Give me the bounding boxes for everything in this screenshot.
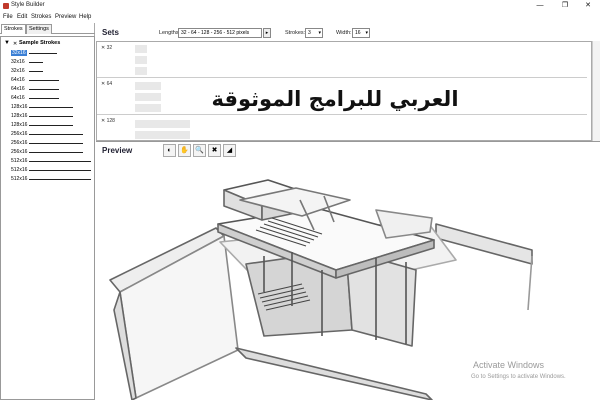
set-row-label: ✕ 128 bbox=[101, 118, 115, 124]
stroke-item[interactable]: 256x16 bbox=[11, 139, 91, 148]
activation-watermark-title: Activate Windows bbox=[473, 360, 545, 370]
stroke-item-label: 512x16 bbox=[11, 158, 28, 164]
menu-help[interactable]: Help bbox=[79, 14, 91, 20]
stroke-tree[interactable]: ▼ ✕ Sample Strokes 32x16 32x16 32x16 64x16 6… bbox=[0, 36, 95, 400]
minimize-button[interactable]: — bbox=[528, 0, 552, 12]
orbit-icon[interactable]: ◐ bbox=[163, 144, 176, 157]
menu-preview[interactable]: Preview bbox=[55, 14, 76, 20]
stroke-preview-line bbox=[29, 53, 57, 54]
eraser-icon[interactable]: ◢ bbox=[223, 144, 236, 157]
menu-bar: File Edit Strokes Preview Help bbox=[0, 12, 600, 23]
stroke-preview-line bbox=[29, 89, 59, 90]
strokes-value: 3 bbox=[308, 30, 311, 36]
close-x-icon[interactable]: ✖ bbox=[208, 144, 221, 157]
pan-icon[interactable]: ✋ bbox=[178, 144, 191, 157]
strokes-select[interactable]: 3 ▾ bbox=[305, 28, 323, 38]
stroke-preview-line bbox=[29, 62, 43, 63]
stroke-item[interactable]: 128x16 bbox=[11, 112, 91, 121]
set-row-label: ✕ 32 bbox=[101, 45, 113, 51]
activation-watermark-subtitle: Go to Settings to activate Windows. bbox=[471, 374, 566, 380]
close-button[interactable]: ✕ bbox=[576, 0, 600, 12]
stroke-item[interactable]: 512x16 bbox=[11, 175, 91, 184]
menu-strokes[interactable]: Strokes bbox=[31, 14, 51, 20]
stroke-item[interactable]: 256x16 bbox=[11, 130, 91, 139]
stroke-preview-line bbox=[29, 143, 83, 144]
stroke-preview-line bbox=[29, 161, 91, 162]
lengths-button[interactable]: ▸ bbox=[263, 28, 271, 38]
stroke-preview-line bbox=[29, 107, 73, 108]
overlay-banner-text: العربي للبرامج الموثوقة bbox=[211, 87, 459, 111]
stroke-preview-line bbox=[29, 125, 73, 126]
stroke-preview-line bbox=[29, 98, 59, 99]
stroke-item-label: 128x16 bbox=[11, 113, 28, 119]
tree-root-label: Sample Strokes bbox=[19, 40, 61, 46]
stroke-preview-line bbox=[29, 170, 91, 171]
stroke-item[interactable]: 64x16 bbox=[11, 94, 91, 103]
stroke-item[interactable]: 32x16 bbox=[11, 67, 91, 76]
stroke-item-label: 32x16 bbox=[11, 68, 25, 74]
panel-tabs: Strokes Settings bbox=[0, 23, 95, 34]
tab-strokes[interactable]: Strokes bbox=[1, 24, 26, 34]
width-label: Width: bbox=[336, 30, 352, 36]
stroke-item-label: 256x16 bbox=[11, 140, 28, 146]
stroke-preview-line bbox=[29, 116, 73, 117]
lengths-label: Lengths: bbox=[159, 30, 181, 36]
maximize-button[interactable]: ❐ bbox=[553, 0, 577, 12]
stroke-item-label: 256x16 bbox=[11, 149, 28, 155]
stroke-item-label: 128x16 bbox=[11, 104, 28, 110]
stroke-item[interactable]: 32x16 bbox=[11, 49, 91, 58]
sets-title: Sets bbox=[102, 28, 119, 37]
stroke-item-label: 256x16 bbox=[11, 131, 28, 137]
stroke-preview-line bbox=[29, 179, 91, 180]
menu-edit[interactable]: Edit bbox=[17, 14, 27, 20]
stroke-item[interactable]: 64x16 bbox=[11, 76, 91, 85]
stroke-item[interactable]: 512x16 bbox=[11, 157, 91, 166]
app-icon bbox=[3, 3, 9, 9]
stroke-item-label: 64x16 bbox=[11, 77, 25, 83]
strokes-panel: Strokes Settings ▼ ✕ Sample Strokes 32x1… bbox=[0, 23, 95, 400]
lengths-field[interactable]: 32 - 64 - 128 - 256 - 512 pixels bbox=[178, 28, 262, 38]
stroke-item-label: 64x16 bbox=[11, 95, 25, 101]
strokes-label: Strokes: bbox=[285, 30, 306, 36]
stroke-item[interactable]: 32x16 bbox=[11, 58, 91, 67]
stroke-item[interactable]: 64x16 bbox=[11, 85, 91, 94]
stroke-preview-line bbox=[29, 71, 43, 72]
window-title: Style Builder bbox=[11, 2, 45, 8]
menu-file[interactable]: File bbox=[3, 14, 13, 20]
sets-panel: Sets Lengths: 32 - 64 - 128 - 256 - 512 … bbox=[96, 23, 600, 141]
tab-settings[interactable]: Settings bbox=[26, 24, 52, 34]
stroke-item[interactable]: 256x16 bbox=[11, 148, 91, 157]
zoom-icon[interactable]: 🔍 bbox=[193, 144, 206, 157]
expand-arrow-icon[interactable]: ▼ bbox=[4, 40, 10, 46]
stroke-item[interactable]: 512x16 bbox=[11, 166, 91, 175]
chevron-down-icon: ▾ bbox=[365, 30, 368, 36]
stroke-preview-line bbox=[29, 134, 83, 135]
stroke-item-label: 32x16 bbox=[11, 50, 27, 56]
chevron-down-icon: ▾ bbox=[318, 30, 321, 36]
sets-scrollbar[interactable] bbox=[592, 41, 600, 141]
preview-header: Preview ◐ ✋ 🔍 ✖ ◢ bbox=[96, 141, 600, 159]
set-row-label: ✕ 64 bbox=[101, 81, 113, 87]
stroke-item-label: 32x16 bbox=[11, 59, 25, 65]
stroke-preview-line bbox=[29, 80, 59, 81]
set-row-32[interactable]: ✕ 32 bbox=[97, 42, 587, 78]
stroke-item-label: 512x16 bbox=[11, 176, 28, 182]
width-value: 16 bbox=[355, 30, 361, 36]
stroke-preview-line bbox=[29, 152, 83, 153]
close-x-icon: ✕ bbox=[13, 41, 18, 47]
preview-title: Preview bbox=[102, 146, 133, 155]
stroke-item-label: 64x16 bbox=[11, 86, 25, 92]
width-select[interactable]: 16 ▾ bbox=[352, 28, 370, 38]
set-row-128[interactable]: ✕ 128 bbox=[97, 115, 587, 140]
stroke-item-label: 128x16 bbox=[11, 122, 28, 128]
stroke-item[interactable]: 128x16 bbox=[11, 121, 91, 130]
title-bar: Style Builder — ❐ ✕ bbox=[0, 0, 600, 12]
stroke-item-label: 512x16 bbox=[11, 167, 28, 173]
stroke-item[interactable]: 128x16 bbox=[11, 103, 91, 112]
